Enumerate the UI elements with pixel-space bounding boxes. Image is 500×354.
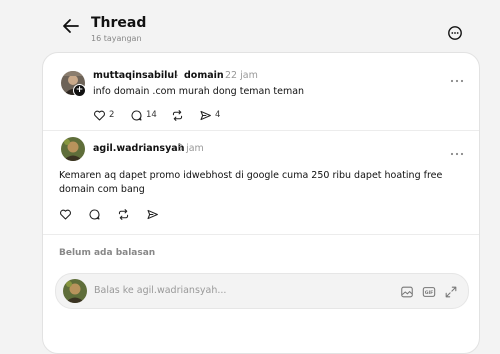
expand-icon[interactable] [444,284,458,298]
chevron-right-icon: › [175,71,179,81]
avatar[interactable] [61,137,85,161]
comment-button[interactable]: 14 [130,108,157,122]
post-username[interactable]: muttaqinsabilul [93,70,177,82]
comment-icon [89,209,100,219]
heart-icon [94,110,105,120]
thread-card: + muttaqinsabilul › domain 22 jam info d… [42,52,480,354]
reply-username[interactable]: agil.wadriansyah [93,143,184,155]
thread-header: Thread 16 tayangan [0,0,500,52]
like-button[interactable] [59,207,72,221]
repost-icon [172,109,183,121]
topic-tag[interactable]: domain [184,70,224,82]
like-count: 2 [109,110,115,120]
svg-text:GIF: GIF [425,290,434,296]
reply-more-icon[interactable] [449,144,465,156]
repost-button[interactable] [171,108,184,122]
share-button[interactable] [146,207,159,221]
send-icon [147,209,158,219]
send-icon [200,110,211,120]
no-replies-label: Belum ada balasan [59,248,156,258]
view-count: 16 tayangan [91,34,142,43]
repost-button[interactable] [117,207,130,221]
reply-text: Kemaren aq dapet promo idwebhost di goog… [59,170,443,195]
share-count: 4 [215,110,221,120]
gif-icon[interactable]: GIF [422,284,436,298]
share-button[interactable]: 4 [199,108,220,122]
follow-plus-icon[interactable]: + [73,84,86,97]
page-title: Thread [91,15,147,31]
reply-input[interactable]: Balas ke agil.wadriansyah... GIF [55,273,469,309]
repost-icon [118,208,129,220]
more-options-icon[interactable] [446,24,464,42]
comment-icon [131,110,142,120]
post-text: info domain .com murah dong teman teman [93,86,305,97]
comment-button[interactable] [88,207,101,221]
comment-count: 14 [146,110,157,120]
back-arrow-icon[interactable] [59,14,83,38]
heart-icon [60,209,71,219]
divider [43,130,479,131]
like-button[interactable]: 2 [93,108,114,122]
divider [43,234,479,235]
image-icon[interactable] [400,284,414,298]
post-time: 22 jam [225,70,258,81]
reply-placeholder: Balas ke agil.wadriansyah... [94,285,227,296]
post-more-icon[interactable] [449,71,465,83]
reply-time: 5 jam [177,143,204,154]
avatar [63,279,87,303]
